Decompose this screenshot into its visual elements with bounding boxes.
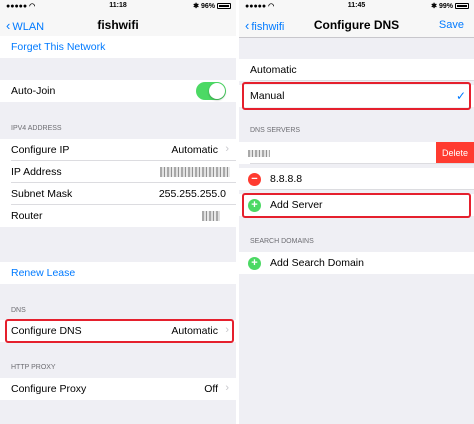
remove-icon[interactable]: −: [248, 173, 261, 186]
battery-status: ✱ 99%: [431, 2, 469, 10]
auto-join-row: Auto-Join: [0, 80, 236, 102]
right-screen: ●●●●● ◠ 11:45 ✱ 99% ‹ fishwifi Configure …: [239, 0, 474, 424]
add-search-domain-row[interactable]: + Add Search Domain: [239, 252, 474, 274]
configure-proxy-label: Configure Proxy: [11, 383, 87, 395]
dns-server-value: 8.8.8.8: [270, 173, 303, 185]
dns-server-row[interactable]: − 8.8.8.8: [239, 168, 474, 190]
renew-lease-link[interactable]: Renew Lease: [11, 267, 75, 279]
http-proxy-header: HTTP PROXY: [11, 364, 56, 371]
status-bar: ●●●●● ◠ 11:45 ✱ 99%: [239, 0, 474, 12]
configure-proxy-row[interactable]: Configure Proxy Off ›: [0, 378, 236, 400]
renew-lease-row[interactable]: Renew Lease: [0, 262, 236, 284]
search-domains-header: SEARCH DOMAINS: [250, 238, 314, 245]
configure-dns-highlight: [5, 319, 234, 343]
auto-join-toggle[interactable]: [196, 82, 226, 100]
subnet-mask-value: 255.255.255.0: [158, 188, 226, 200]
bluetooth-icon: ✱: [431, 3, 438, 10]
router-label: Router: [11, 210, 43, 222]
dns-servers-header: DNS SERVERS: [250, 127, 301, 134]
forget-network-row[interactable]: Forget This Network: [0, 36, 236, 58]
forget-network-link[interactable]: Forget This Network: [11, 41, 105, 53]
redacted-dns-server: [248, 150, 270, 157]
auto-join-label: Auto-Join: [11, 85, 56, 97]
add-server-highlight: [242, 193, 471, 218]
save-button[interactable]: Save: [439, 19, 464, 31]
redacted-router-value: [202, 211, 220, 221]
configure-proxy-value: Off: [204, 383, 218, 395]
delete-button[interactable]: Delete: [436, 142, 474, 164]
ip-address-row: IP Address: [0, 161, 236, 183]
add-search-domain-label: Add Search Domain: [270, 257, 364, 269]
manual-highlight: [242, 82, 471, 110]
configure-ip-row[interactable]: Configure IP Automatic ›: [0, 139, 236, 161]
router-row: Router: [0, 205, 236, 227]
configure-ip-label: Configure IP: [11, 144, 70, 156]
left-screen: ●●●●● ◠ 11:18 ✱ 96% ‹ WLAN fishwifi Forge…: [0, 0, 236, 424]
dns-header: DNS: [11, 307, 26, 314]
nav-bar: ‹ WLAN fishwifi: [0, 12, 236, 38]
battery-icon: [217, 3, 231, 9]
chevron-right-icon: ›: [225, 382, 229, 394]
dns-server-row[interactable]: Delete: [239, 142, 474, 164]
add-icon: +: [248, 257, 261, 270]
automatic-option[interactable]: Automatic: [239, 59, 474, 81]
redacted-ip-value: [160, 167, 230, 177]
ipv4-header: IPV4 ADDRESS: [11, 125, 62, 132]
subnet-mask-row: Subnet Mask 255.255.255.0: [0, 183, 236, 205]
ip-address-label: IP Address: [11, 166, 62, 178]
automatic-label: Automatic: [250, 64, 297, 76]
chevron-right-icon: ›: [225, 143, 229, 155]
battery-icon: [455, 3, 469, 9]
bluetooth-icon: ✱: [193, 3, 200, 10]
subnet-mask-label: Subnet Mask: [11, 188, 73, 200]
configure-ip-value: Automatic: [171, 144, 218, 156]
battery-status: ✱ 96%: [193, 2, 231, 10]
page-title: fishwifi: [97, 18, 139, 32]
nav-bar: ‹ fishwifi Configure DNS Save: [239, 12, 474, 38]
status-bar: ●●●●● ◠ 11:18 ✱ 96%: [0, 0, 236, 12]
